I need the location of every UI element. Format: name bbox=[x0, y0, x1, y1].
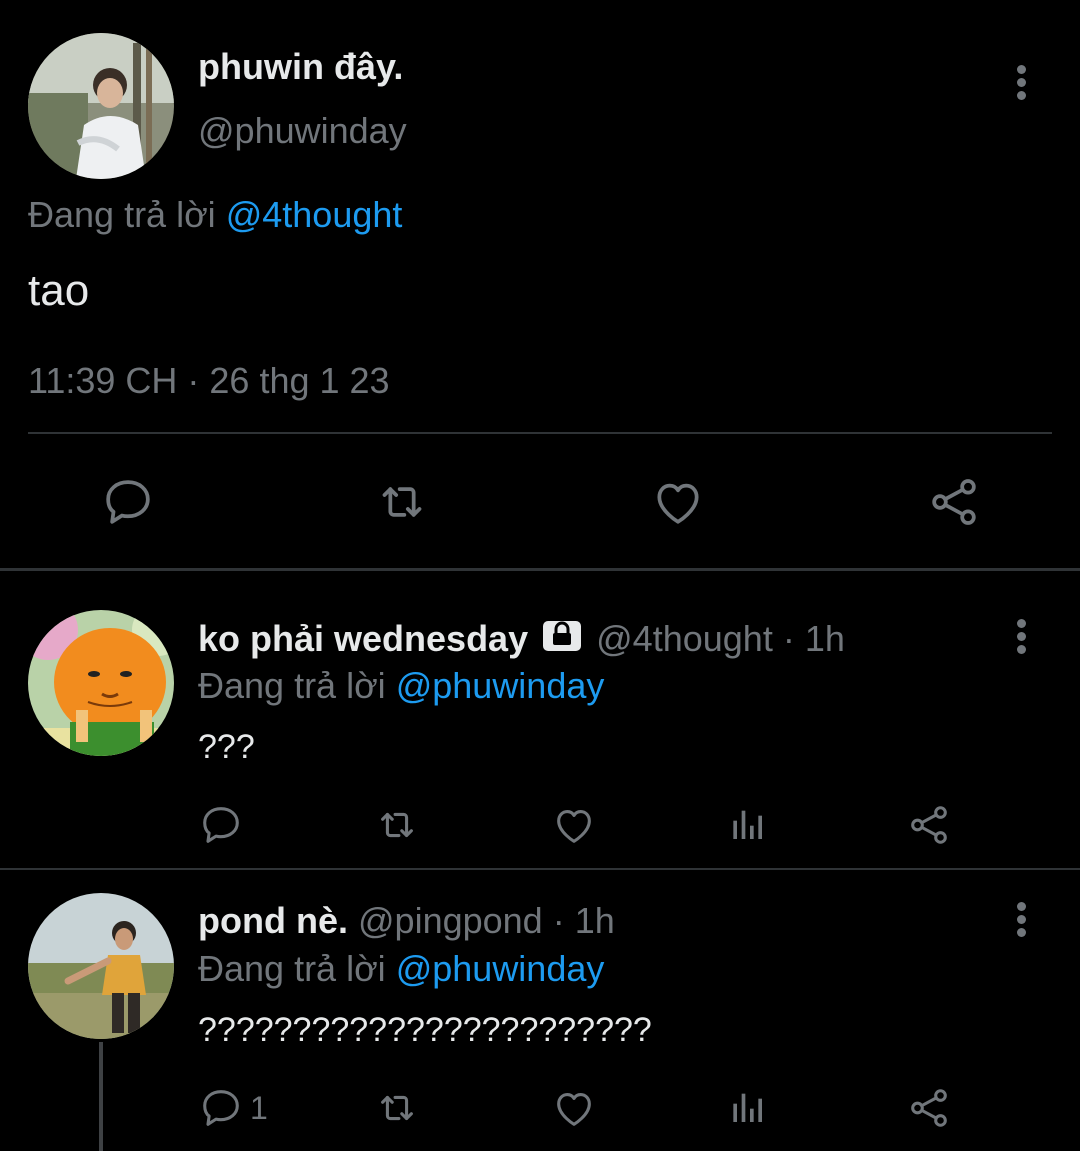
time[interactable]: 1h bbox=[575, 900, 615, 941]
divider bbox=[28, 432, 1052, 434]
tweet-timestamp[interactable]: 11:39 CH · 26 thg 1 23 bbox=[28, 360, 390, 402]
replying-to-handle[interactable]: @phuwinday bbox=[396, 665, 605, 706]
handle[interactable]: @pingpond bbox=[358, 900, 543, 941]
lock-icon bbox=[542, 617, 582, 662]
reply-icon[interactable] bbox=[100, 474, 156, 530]
display-name[interactable]: phuwin đây. bbox=[198, 46, 403, 88]
avatar[interactable] bbox=[28, 33, 174, 179]
display-name[interactable]: ko phải wednesday bbox=[198, 618, 528, 659]
separator: · bbox=[782, 618, 795, 659]
avatar[interactable] bbox=[28, 610, 174, 756]
more-options-icon[interactable] bbox=[1015, 65, 1027, 104]
handle[interactable]: @4thought bbox=[596, 618, 773, 659]
share-icon[interactable] bbox=[926, 474, 982, 530]
replying-to-handle[interactable]: @phuwinday bbox=[396, 948, 605, 989]
reply-header: ko phải wednesday @4thought · 1h bbox=[198, 617, 845, 662]
analytics-icon[interactable] bbox=[730, 804, 770, 844]
divider bbox=[0, 868, 1080, 870]
replying-to-line: Đang trả lời @phuwinday bbox=[198, 665, 604, 707]
retweet-icon[interactable] bbox=[372, 1085, 422, 1131]
handle[interactable]: @phuwinday bbox=[198, 110, 407, 152]
reply-icon[interactable] bbox=[198, 1085, 244, 1131]
replying-to-line: Đang trả lời @phuwinday bbox=[198, 948, 604, 990]
analytics-icon[interactable] bbox=[730, 1087, 770, 1127]
divider bbox=[0, 568, 1080, 571]
tweet-text: ???????????????????????? bbox=[198, 1011, 652, 1049]
replying-to-handle[interactable]: @4thought bbox=[226, 194, 403, 235]
retweet-icon[interactable] bbox=[372, 802, 422, 848]
replying-to-line: Đang trả lời @4thought bbox=[28, 194, 402, 236]
like-icon[interactable] bbox=[551, 802, 597, 848]
reply-count: 1 bbox=[250, 1090, 268, 1126]
like-icon[interactable] bbox=[650, 474, 706, 530]
display-name[interactable]: pond nè. bbox=[198, 900, 348, 941]
reply-header: pond nè. @pingpond · 1h bbox=[198, 900, 615, 942]
retweet-icon[interactable] bbox=[372, 474, 432, 530]
replying-prefix: Đang trả lời bbox=[28, 194, 216, 235]
share-icon[interactable] bbox=[906, 802, 952, 848]
separator: · bbox=[552, 900, 565, 941]
tweet-text: tao bbox=[28, 266, 90, 315]
like-icon[interactable] bbox=[551, 1085, 597, 1131]
reply-icon[interactable] bbox=[198, 802, 244, 848]
more-options-icon[interactable] bbox=[1015, 902, 1027, 941]
time[interactable]: 1h bbox=[805, 618, 845, 659]
avatar[interactable] bbox=[28, 893, 174, 1039]
more-options-icon[interactable] bbox=[1015, 619, 1027, 658]
replying-prefix: Đang trả lời bbox=[198, 665, 386, 706]
replying-prefix: Đang trả lời bbox=[198, 948, 386, 989]
share-icon[interactable] bbox=[906, 1085, 952, 1131]
thread-line bbox=[99, 1042, 103, 1151]
tweet-text: ??? bbox=[198, 728, 255, 766]
